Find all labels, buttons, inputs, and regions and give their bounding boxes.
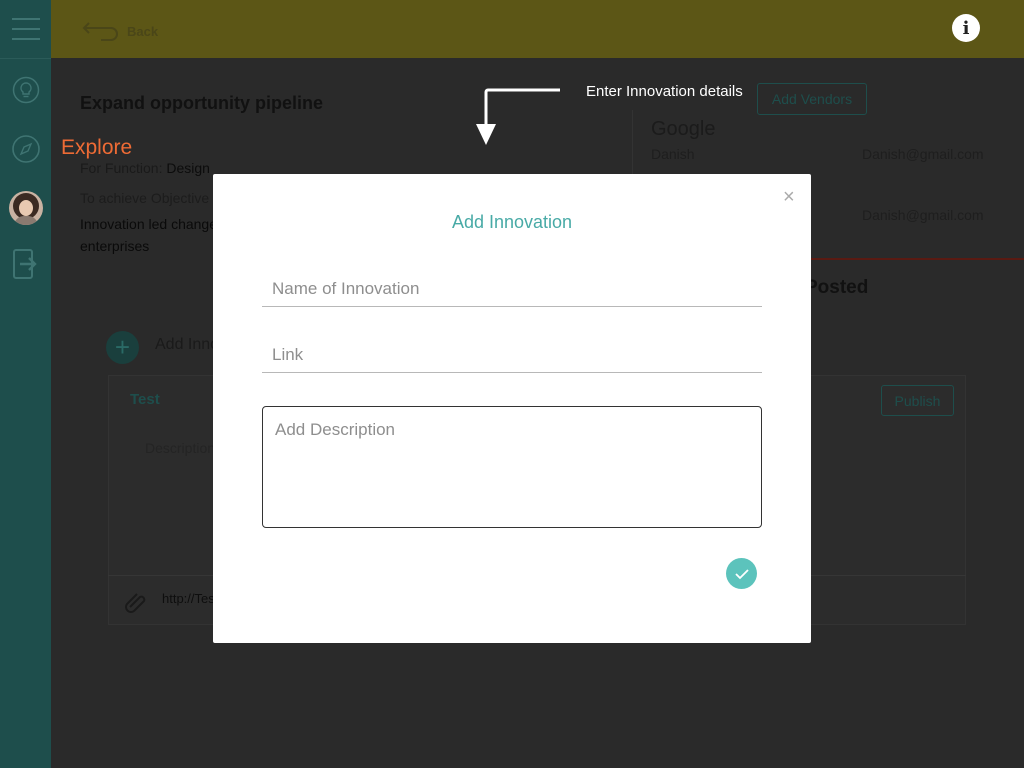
card-description: Description xyxy=(145,440,216,456)
logout-icon[interactable] xyxy=(0,248,51,280)
compass-icon[interactable] xyxy=(0,134,51,164)
add-innovation-plus-icon[interactable]: + xyxy=(106,331,139,364)
add-vendors-button[interactable]: Add Vendors xyxy=(757,83,867,115)
objective-value: Innovation led change enterprises xyxy=(80,216,217,254)
back-label: Back xyxy=(127,23,159,39)
lightbulb-icon[interactable] xyxy=(0,76,51,104)
card-title: Test xyxy=(130,391,160,408)
vendor-email: Danish@gmail.com xyxy=(862,207,984,223)
function-label: For Function: xyxy=(80,160,163,176)
top-bar: Back i xyxy=(51,0,1024,58)
sidebar-divider xyxy=(0,58,51,59)
page-title: Expand opportunity pipeline xyxy=(80,93,323,113)
sidebar xyxy=(0,0,51,768)
checkmark-icon xyxy=(734,568,749,579)
description-textarea[interactable] xyxy=(262,406,762,528)
function-line: For Function: Design xyxy=(80,160,210,176)
back-arrow-icon xyxy=(82,22,118,41)
tutorial-hint: Enter Innovation details xyxy=(586,83,743,100)
modal-title: Add Innovation xyxy=(451,212,573,232)
posted-heading: Posted xyxy=(805,277,869,298)
add-innovation-modal: × Add Innovation xyxy=(213,174,811,643)
menu-icon[interactable] xyxy=(0,18,51,40)
objective-label: To achieve Objective xyxy=(80,190,210,206)
tutorial-arrow-icon xyxy=(476,88,560,145)
vendor-name: Google xyxy=(651,118,716,140)
avatar[interactable] xyxy=(0,190,51,226)
info-icon[interactable]: i xyxy=(952,14,980,42)
innovation-link-input[interactable] xyxy=(262,337,762,373)
function-value: Design xyxy=(166,160,210,176)
vendor-contact: Danish xyxy=(651,146,695,162)
innovation-name-input[interactable] xyxy=(262,271,762,307)
back-button[interactable]: Back xyxy=(81,20,158,42)
card-link[interactable]: http://Test xyxy=(162,591,218,606)
vendor-email: Danish@gmail.com xyxy=(862,146,984,162)
paperclip-icon xyxy=(125,593,146,613)
explore-tutorial-label: Explore xyxy=(61,136,133,159)
submit-button[interactable] xyxy=(726,558,757,589)
publish-button[interactable]: Publish xyxy=(881,385,954,416)
close-icon[interactable]: × xyxy=(783,187,795,207)
section-divider xyxy=(810,258,1024,260)
